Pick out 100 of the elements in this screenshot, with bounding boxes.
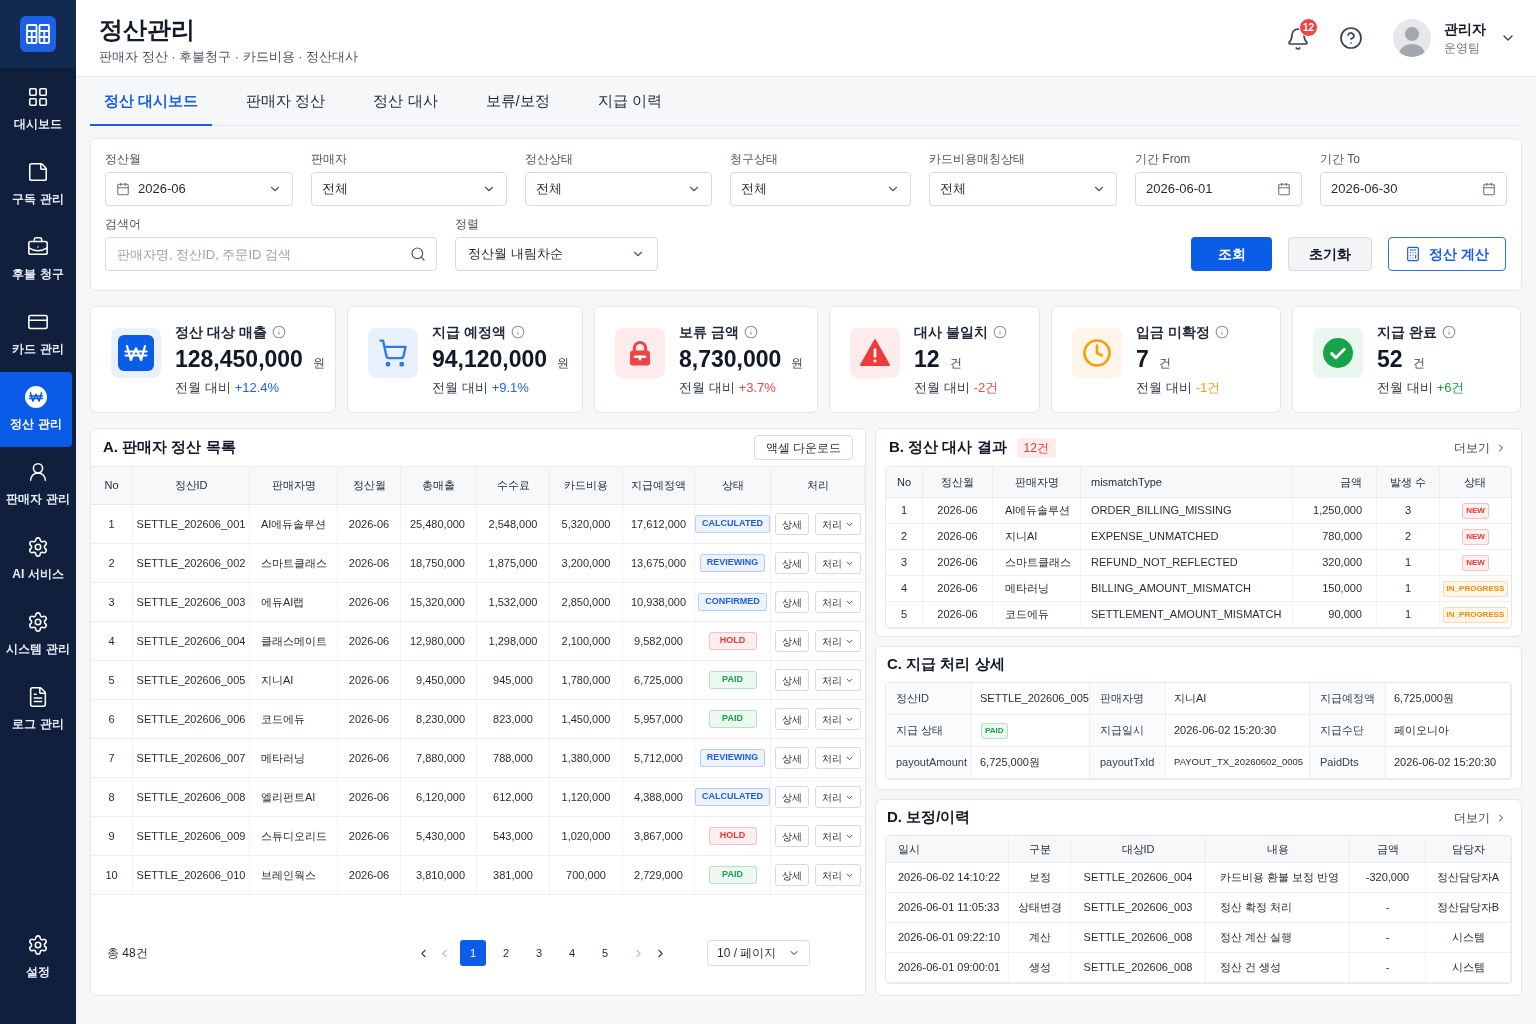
column-header: No bbox=[886, 467, 923, 497]
detail-button[interactable]: 상세 bbox=[775, 708, 809, 730]
search-button[interactable]: 조회 bbox=[1191, 237, 1272, 271]
detail-button[interactable]: 상세 bbox=[775, 552, 809, 574]
more-link[interactable]: 더보기 bbox=[1454, 808, 1507, 827]
excel-download-button[interactable]: 액셀 다운로드 bbox=[753, 435, 853, 460]
sidebar-item[interactable]: 판매자 관리 bbox=[0, 447, 76, 522]
table-cell: 2 bbox=[1377, 524, 1440, 549]
table-cell: 보정 bbox=[1009, 863, 1071, 892]
sort-dropdown[interactable]: 정산월 내림차순 bbox=[455, 237, 658, 271]
dropdown[interactable]: 전체 bbox=[730, 172, 911, 206]
sidebar-item[interactable]: 후불 청구 bbox=[0, 222, 76, 297]
table-cell: 5 bbox=[91, 661, 133, 699]
detail-button[interactable]: 상세 bbox=[775, 630, 809, 652]
page-button[interactable]: 1 bbox=[460, 940, 486, 966]
action-menu-button[interactable]: 처리 bbox=[815, 864, 861, 886]
reset-button[interactable]: 초기화 bbox=[1288, 237, 1372, 271]
stat-change-label: 전월 대비 bbox=[175, 380, 231, 396]
field-label: 지급일시 bbox=[1090, 715, 1166, 746]
sidebar-item[interactable]: 구독 관리 bbox=[0, 147, 76, 222]
action-menu-button[interactable]: 처리 bbox=[815, 669, 861, 691]
table-cell: 4 bbox=[886, 576, 923, 601]
tab[interactable]: 보류/보정 bbox=[471, 77, 564, 126]
detail-button[interactable]: 상세 bbox=[775, 864, 809, 886]
page-button[interactable]: 4 bbox=[559, 940, 585, 966]
detail-button[interactable]: 상세 bbox=[775, 747, 809, 769]
info-icon[interactable] bbox=[1441, 325, 1456, 339]
calendar-icon bbox=[1482, 182, 1496, 196]
status-badge: REVIEWING bbox=[699, 554, 766, 572]
tab[interactable]: 정산 대시보드 bbox=[90, 77, 213, 126]
info-icon[interactable] bbox=[743, 325, 758, 339]
sidebar-item[interactable]: AI 서비스 bbox=[0, 522, 76, 597]
action-menu-button[interactable]: 처리 bbox=[815, 708, 861, 730]
info-icon[interactable] bbox=[271, 325, 286, 339]
search-field[interactable]: 판매자명, 정산ID, 주문ID 검색 bbox=[105, 237, 437, 271]
date-field[interactable]: 2026-06-01 bbox=[1135, 172, 1302, 206]
action-menu-button[interactable]: 처리 bbox=[815, 630, 861, 652]
sidebar-item[interactable]: 시스템 관리 bbox=[0, 597, 76, 672]
status-badge: NEW bbox=[1462, 502, 1489, 519]
briefcase-icon bbox=[27, 236, 49, 258]
info-icon[interactable] bbox=[1214, 325, 1229, 339]
sidebar-item[interactable]: 카드 관리 bbox=[0, 297, 76, 372]
table-cell: 12,980,000 bbox=[401, 622, 477, 660]
page-button[interactable]: 2 bbox=[493, 940, 519, 966]
detail-button[interactable]: 상세 bbox=[775, 669, 809, 691]
table-cell: 2026-06 bbox=[338, 700, 401, 738]
action-menu-button[interactable]: 처리 bbox=[815, 786, 861, 808]
tab[interactable]: 판매자 정산 bbox=[232, 77, 340, 126]
table-cell: 788,000 bbox=[477, 739, 550, 777]
dropdown[interactable]: 전체 bbox=[525, 172, 712, 206]
dropdown[interactable]: 전체 bbox=[929, 172, 1117, 206]
detail-button[interactable]: 상세 bbox=[775, 786, 809, 808]
date-field[interactable]: 2026-06-30 bbox=[1320, 172, 1507, 206]
table-cell: 엘리펀트AI bbox=[250, 778, 338, 816]
stat-title: 정산 대상 매출 bbox=[175, 323, 267, 341]
column-header: 정산월 bbox=[923, 467, 993, 497]
table-cell: 코드에듀 bbox=[250, 700, 338, 738]
table-cell: 2026-06-02 14:10:22 bbox=[886, 863, 1009, 892]
field-label: 검색어 bbox=[105, 217, 142, 231]
page-button[interactable]: 3 bbox=[526, 940, 552, 966]
status-badge: IN_PROGRESS bbox=[1442, 580, 1509, 597]
action-menu-button[interactable]: 처리 bbox=[815, 825, 861, 847]
action-menu-button[interactable]: 처리 bbox=[815, 552, 861, 574]
table-cell: 17,612,000 bbox=[623, 505, 695, 543]
sidebar-item[interactable]: 로그 관리 bbox=[0, 672, 76, 747]
help-icon[interactable] bbox=[1339, 26, 1363, 50]
stat-change-label: 전월 대비 bbox=[432, 380, 488, 396]
page-size-select[interactable]: 10 / 페이지 bbox=[707, 940, 810, 966]
tab[interactable]: 지급 이력 bbox=[583, 77, 676, 126]
dropdown[interactable]: 전체 bbox=[311, 172, 507, 206]
page-button[interactable]: 5 bbox=[592, 940, 618, 966]
action-menu-button[interactable]: 처리 bbox=[815, 591, 861, 613]
user-avatar-icon[interactable] bbox=[1393, 19, 1431, 57]
detail-button[interactable]: 상세 bbox=[775, 513, 809, 535]
search-icon bbox=[410, 246, 426, 262]
table-cell: 2026-06 bbox=[338, 661, 401, 699]
tab[interactable]: 정산 대사 bbox=[359, 77, 452, 126]
info-icon[interactable] bbox=[510, 325, 525, 339]
detail-button[interactable]: 상세 bbox=[775, 825, 809, 847]
stat-change-label: 전월 대비 bbox=[914, 380, 970, 396]
table-cell: 지니AI bbox=[250, 661, 338, 699]
more-link[interactable]: 더보기 bbox=[1454, 438, 1507, 457]
sidebar-item[interactable]: 설정 bbox=[0, 920, 76, 995]
table-cell: SETTLE_202606_008 bbox=[1071, 953, 1206, 982]
action-menu-button[interactable]: 처리 bbox=[815, 513, 861, 535]
table-cell: - bbox=[1350, 893, 1426, 922]
table-cell: 2,850,000 bbox=[550, 583, 623, 621]
table-cell: SETTLE_202606_008 bbox=[1071, 923, 1206, 952]
info-icon[interactable] bbox=[992, 325, 1007, 339]
detail-button[interactable]: 상세 bbox=[775, 591, 809, 613]
action-menu-button[interactable]: 처리 bbox=[815, 747, 861, 769]
sidebar-item[interactable]: 정산 관리 bbox=[0, 372, 72, 447]
sidebar-item[interactable]: 대시보드 bbox=[0, 72, 76, 147]
stat-change-label: 전월 대비 bbox=[1377, 380, 1433, 396]
field-value: 6,725,000원 bbox=[1386, 683, 1511, 714]
column-header: 금액 bbox=[1293, 467, 1377, 497]
month-select[interactable]: 2026-06 bbox=[105, 172, 293, 206]
stat-change-label: 전월 대비 bbox=[1136, 380, 1192, 396]
status-badge: HOLD bbox=[708, 632, 757, 650]
calculate-button[interactable]: 정산 계산 bbox=[1388, 237, 1506, 271]
